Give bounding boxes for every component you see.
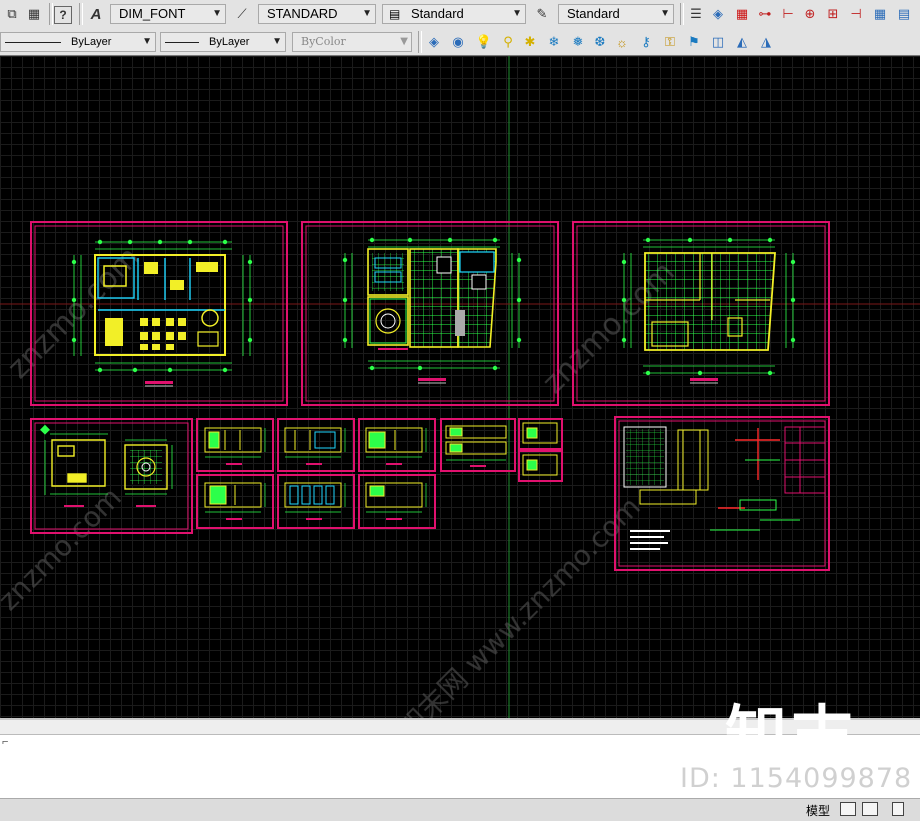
- chevron-down-icon: ▼: [660, 8, 670, 19]
- drawing-canvas[interactable]: znzmo.com znzmo.com znzmo.com 知末网 www.zn…: [0, 56, 920, 718]
- ordinate-icon[interactable]: ⊢: [778, 4, 798, 24]
- layout-icon[interactable]: [840, 802, 856, 816]
- status-bar: 模型: [0, 798, 920, 821]
- chevron-down-icon: ▼: [272, 36, 282, 47]
- table-style-icon: ▤: [389, 7, 401, 21]
- watermark-brand: 知末: [725, 698, 858, 771]
- text-style-value: DIM_FONT: [119, 6, 186, 21]
- grid-table-icon[interactable]: ▦: [732, 4, 752, 24]
- copy-icon[interactable]: ⧉: [2, 4, 22, 24]
- layer-properties-icon[interactable]: ☰: [686, 4, 706, 24]
- thaw-icon[interactable]: ❅: [568, 32, 588, 52]
- chevron-down-icon: ▼: [212, 8, 222, 19]
- drawing-svg: znzmo.com znzmo.com znzmo.com 知末网 www.zn…: [0, 56, 920, 718]
- text-style-select[interactable]: DIM_FONT ▼: [110, 4, 226, 24]
- viewports-icon[interactable]: [862, 802, 878, 816]
- command-handle-icon[interactable]: ⌐: [2, 736, 8, 748]
- watermark-site-cn: 知末网 www.znzmo.com: [392, 490, 647, 718]
- layer-walk-icon[interactable]: ◭: [732, 32, 752, 52]
- layer-state-icon[interactable]: ◉: [448, 32, 468, 52]
- sheet-ceiling-plan: [301, 221, 559, 406]
- multileader-style-value: Standard: [567, 6, 620, 21]
- linear-dim-icon[interactable]: ⊣: [846, 4, 866, 24]
- table-style-select[interactable]: ▤ Standard ▼: [382, 4, 526, 24]
- sheet-construction-details: [614, 416, 830, 571]
- layer-merge-icon[interactable]: ◫: [708, 32, 728, 52]
- watermark-id: ID: 1154099878: [680, 763, 913, 794]
- lineweight-select[interactable]: ByLayer ▼: [160, 32, 286, 52]
- multileader-style-select[interactable]: Standard ▼: [558, 4, 674, 24]
- bulb-icon[interactable]: ✱: [520, 32, 540, 52]
- center-mark-icon[interactable]: ⊕: [800, 4, 820, 24]
- calculator-icon[interactable]: ▦: [24, 4, 44, 24]
- table-icon[interactable]: ▦: [870, 4, 890, 24]
- layer-previous-icon[interactable]: ◈: [424, 32, 444, 52]
- dimension-icon[interactable]: ⊶: [755, 4, 775, 24]
- properties-icon[interactable]: ▤: [894, 4, 914, 24]
- lock-icon[interactable]: ⚷: [636, 32, 656, 52]
- multileader-style-icon[interactable]: ✎: [532, 4, 552, 24]
- chevron-down-icon: ▼: [400, 36, 408, 47]
- watermark-layer: znzmo.com znzmo.com znzmo.com 知末网 www.zn…: [0, 240, 682, 718]
- dim-style-icon[interactable]: ⟋: [232, 4, 252, 24]
- styles-toolbar: ⧉ ▦ ? A DIM_FONT ▼ ⟋ STANDARD ▼ ▤ Standard…: [0, 0, 920, 29]
- help-icon[interactable]: ?: [54, 6, 72, 24]
- freeze-icon[interactable]: ❄: [544, 32, 564, 52]
- chevron-down-icon: ▼: [362, 8, 372, 19]
- tolerance-icon[interactable]: ⊞: [823, 4, 843, 24]
- layer-delete-icon[interactable]: ◮: [756, 32, 776, 52]
- model-tab[interactable]: 模型: [806, 802, 830, 819]
- plotstyle-select[interactable]: ByColor ▼: [292, 32, 412, 52]
- table-style-value: Standard: [411, 6, 464, 21]
- sun-icon[interactable]: ☼: [612, 32, 632, 52]
- sheet-elevations: [196, 418, 563, 529]
- layer-stack-icon[interactable]: ◈: [708, 4, 728, 24]
- layer-isolate-icon[interactable]: ⚲: [498, 32, 518, 52]
- lineweight-value: ByLayer: [209, 36, 250, 48]
- toggle-icon[interactable]: [892, 802, 904, 816]
- chevron-down-icon: ▼: [142, 36, 152, 47]
- unlock-icon[interactable]: ⚿: [660, 32, 680, 52]
- layer-match-icon[interactable]: ⚑: [684, 32, 704, 52]
- snowflake-icon[interactable]: ❆: [590, 32, 610, 52]
- linetype-select[interactable]: ByLayer ▼: [0, 32, 156, 52]
- text-style-icon[interactable]: A: [86, 4, 106, 24]
- dim-style-value: STANDARD: [267, 6, 338, 21]
- dim-style-select[interactable]: STANDARD ▼: [258, 4, 376, 24]
- linetype-value: ByLayer: [71, 36, 112, 48]
- watermark-site: znzmo.com: [0, 481, 128, 617]
- properties-toolbar: ByLayer ▼ ByLayer ▼ ByColor ▼ ◈ ◉ 💡 ⚲ ✱ ❄ ❅…: [0, 28, 920, 56]
- plotstyle-value: ByColor: [301, 35, 346, 48]
- chevron-down-icon: ▼: [512, 8, 522, 19]
- layer-on-icon[interactable]: 💡: [474, 32, 494, 52]
